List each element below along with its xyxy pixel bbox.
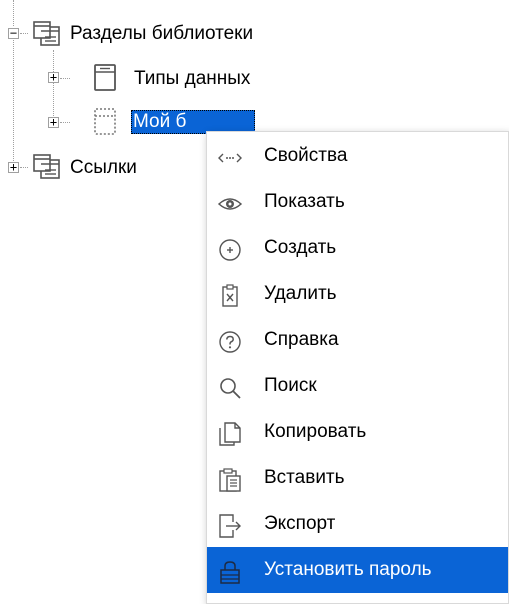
menu-item-copy[interactable]: Копировать: [207, 409, 508, 455]
menu-item-label: Экспорт: [264, 513, 336, 534]
tree-expander-sections[interactable]: −: [8, 27, 19, 39]
delete-clipboard-icon: [217, 281, 243, 307]
menu-item-properties[interactable]: Свойства: [207, 133, 508, 179]
menu-item-label: Удалить: [264, 283, 337, 304]
plus-circle-icon: [217, 235, 243, 261]
tree-item-library-sections[interactable]: Разделы библиотеки: [68, 22, 255, 46]
tree-connector-h2: [60, 78, 70, 79]
tree-expander-links[interactable]: +: [8, 161, 19, 173]
menu-item-label: Показать: [264, 191, 345, 212]
menu-item-label: Установить пароль: [264, 559, 432, 580]
tree-connector-h4: [20, 167, 28, 168]
question-circle-icon: [217, 327, 243, 353]
menu-item-search[interactable]: Поиск: [207, 363, 508, 409]
folder-window-icon: [32, 20, 62, 53]
menu-item-create[interactable]: Создать: [207, 225, 508, 271]
paste-icon: [217, 465, 243, 492]
tree-connector-top: [13, 0, 14, 26]
tree-connector-children: [53, 50, 54, 122]
tree-connector-root: [13, 40, 14, 167]
tree-connector-h1: [20, 33, 28, 34]
export-icon: [217, 511, 243, 538]
menu-item-label: Поиск: [264, 375, 317, 396]
menu-item-set-password[interactable]: Установить пароль: [207, 547, 508, 593]
menu-item-export[interactable]: Экспорт: [207, 501, 508, 547]
tree-expander-my-item[interactable]: +: [48, 116, 59, 128]
context-menu: Свойства Показать Создать Удалить Справк…: [206, 131, 509, 604]
lock-icon: [217, 557, 243, 584]
magnifier-icon: [217, 373, 243, 399]
folder-window-icon: [32, 153, 62, 186]
properties-arrows-icon: [217, 143, 243, 169]
book-icon: [92, 63, 118, 98]
tree-item-data-types[interactable]: Типы данных: [132, 67, 252, 91]
menu-item-label: Создать: [264, 237, 337, 258]
menu-item-label: Вставить: [264, 467, 345, 488]
tree-expander-data-types[interactable]: +: [48, 71, 59, 83]
copy-icon: [217, 419, 243, 446]
tree-connector-h3: [60, 122, 70, 123]
menu-item-paste[interactable]: Вставить: [207, 455, 508, 501]
menu-item-label: Справка: [264, 329, 339, 350]
menu-item-show[interactable]: Показать: [207, 179, 508, 225]
tree-item-links[interactable]: Ссылки: [68, 156, 139, 180]
eye-icon: [217, 189, 243, 215]
menu-item-label: Свойства: [264, 145, 348, 166]
menu-item-delete[interactable]: Удалить: [207, 271, 508, 317]
menu-item-help[interactable]: Справка: [207, 317, 508, 363]
library-tree-window: − Разделы библиотеки + Типы данных + Мой…: [0, 0, 509, 604]
book-dotted-icon: [92, 107, 118, 142]
menu-item-label: Копировать: [264, 421, 367, 442]
